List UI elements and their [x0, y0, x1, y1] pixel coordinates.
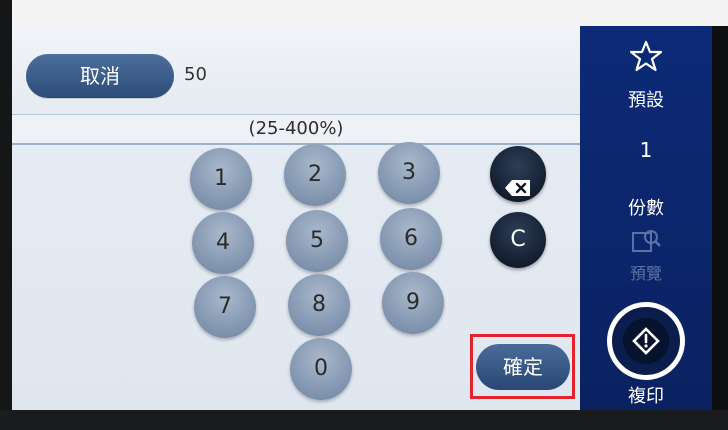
start-diamond-icon — [632, 327, 660, 355]
preset-button[interactable]: 預設 — [580, 26, 712, 122]
key-4[interactable]: 4 — [192, 212, 254, 274]
copies-value: 1 — [639, 138, 653, 162]
copies-label: 份數 — [628, 198, 664, 219]
copy-start-button[interactable] — [607, 302, 685, 380]
copy-start-inner — [623, 318, 669, 364]
preview-button[interactable]: 預覽 — [580, 224, 712, 288]
cancel-button[interactable]: 取消 — [26, 54, 174, 98]
bezel-left — [0, 0, 12, 430]
clear-button[interactable]: C — [490, 212, 546, 268]
key-1[interactable]: 1 — [190, 148, 252, 210]
copies-button[interactable]: 1 份數 — [580, 126, 712, 226]
key-9[interactable]: 9 — [382, 272, 444, 334]
key-6[interactable]: 6 — [380, 208, 442, 270]
backspace-icon — [504, 163, 532, 196]
key-3[interactable]: 3 — [378, 142, 440, 204]
key-2[interactable]: 2 — [284, 144, 346, 206]
bezel-top — [0, 0, 728, 26]
entry-value: 50 — [184, 64, 207, 85]
entry-header: 取消 50 — [12, 26, 580, 108]
touch-screen: 取消 50 (25-400%) 1 2 3 4 5 6 7 8 9 0 C 確定 — [12, 26, 712, 412]
preset-label: 預設 — [628, 90, 664, 111]
key-0[interactable]: 0 — [290, 338, 352, 400]
key-7[interactable]: 7 — [194, 276, 256, 338]
numeric-entry-panel: 取消 50 (25-400%) 1 2 3 4 5 6 7 8 9 0 C 確定 — [12, 26, 580, 412]
range-hint: (25-400%) — [12, 114, 580, 145]
preview-label: 預覽 — [629, 264, 662, 283]
right-sidebar: 預設 1 份數 預覽 複印 — [580, 26, 712, 412]
copy-label: 複印 — [628, 386, 664, 407]
star-icon — [629, 40, 663, 72]
key-8[interactable]: 8 — [288, 274, 350, 336]
confirm-button[interactable]: 確定 — [476, 344, 570, 390]
key-5[interactable]: 5 — [286, 210, 348, 272]
bezel-bottom — [0, 410, 728, 430]
preview-icon — [632, 228, 662, 254]
backspace-button[interactable] — [490, 146, 546, 202]
